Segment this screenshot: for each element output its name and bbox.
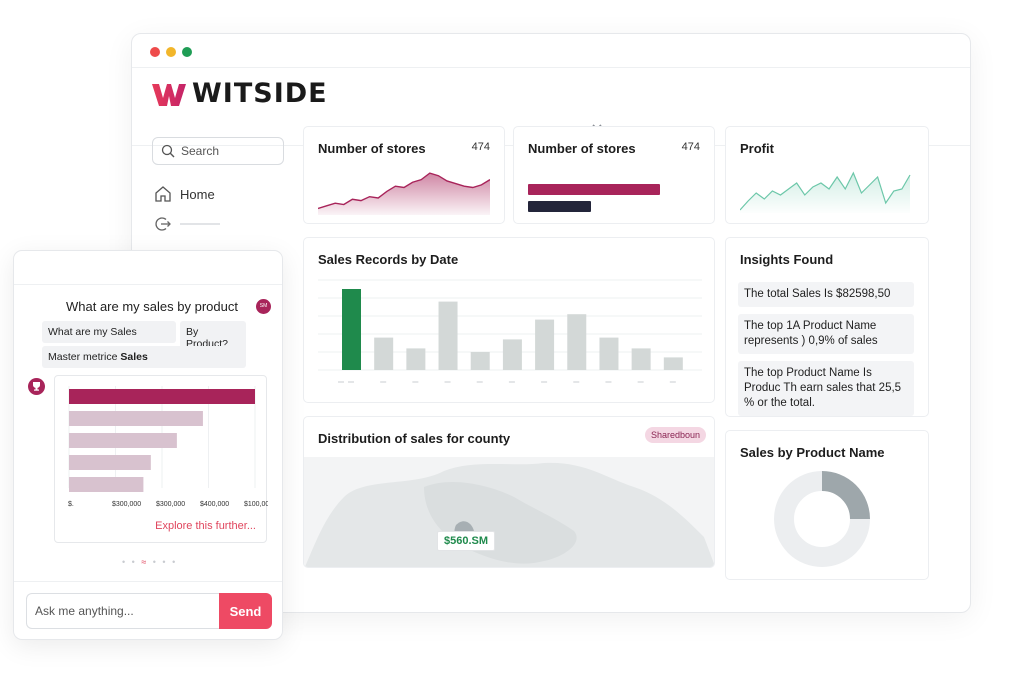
user-avatar: SM xyxy=(256,299,271,314)
chat-divider xyxy=(14,581,282,582)
x-tick-label: $. xyxy=(68,501,74,508)
date-bar xyxy=(406,348,426,370)
card-title: Number of stores xyxy=(528,141,636,156)
profit-line-chart xyxy=(740,171,911,213)
metric-value: Sales xyxy=(120,351,148,363)
date-bar xyxy=(470,352,490,370)
stores-bar-card[interactable]: Number of stores 474 xyxy=(513,126,715,224)
profit-area-fill xyxy=(740,173,910,213)
insight-item[interactable]: The top Product Name Is Produc Th earn s… xyxy=(738,361,914,416)
product-bar xyxy=(69,389,255,404)
date-bar xyxy=(535,319,555,370)
donut-slice xyxy=(821,471,870,520)
x-tick-label: $100,001 xyxy=(244,501,268,508)
x-tick-label: $300,000 xyxy=(156,501,185,508)
x-tick-label: $300,000 xyxy=(112,501,141,508)
sales-by-product-card[interactable]: Sales by Product Name xyxy=(725,430,929,580)
search-placeholder: Search xyxy=(181,144,220,158)
sidebar-item-logout[interactable] xyxy=(154,215,220,233)
insight-item[interactable]: The total Sales Is $82598,50 xyxy=(738,282,914,307)
search-icon xyxy=(161,144,175,158)
sales-by-date-chart xyxy=(318,279,702,383)
stores-area-fill xyxy=(318,173,490,215)
stores-area-card[interactable]: Number of stores 474 xyxy=(303,126,505,224)
map-shape xyxy=(304,462,714,567)
maximize-window-button[interactable] xyxy=(182,47,192,57)
sales-map[interactable]: $560.SM xyxy=(304,457,714,567)
map-value-label: $560.SM xyxy=(437,531,496,551)
chat-question: What are my sales by product xyxy=(66,299,238,314)
minimize-window-button[interactable] xyxy=(166,47,176,57)
product-bar xyxy=(69,477,144,492)
trophy-icon xyxy=(33,382,40,391)
stores-bar xyxy=(528,201,592,212)
close-window-button[interactable] xyxy=(150,47,160,57)
app-logo[interactable]: WITSIDE xyxy=(150,78,328,109)
card-value: 474 xyxy=(681,141,700,153)
chat-result-bar-chart: $. $300,000 $300,000 $400,000 $100,001 xyxy=(68,386,273,508)
date-bar xyxy=(567,314,587,370)
insight-item[interactable]: The top 1A Product Name represents ) 0,9… xyxy=(738,314,914,354)
carousel-pager[interactable]: • • ≈ • • • xyxy=(122,557,177,567)
product-bar xyxy=(69,411,203,426)
x-tick-label: $400,000 xyxy=(200,501,229,508)
ask-input[interactable] xyxy=(26,593,220,629)
date-bar xyxy=(663,357,683,370)
chat-result-chart-card[interactable]: $. $300,000 $300,000 $400,000 $100,001 Explo… xyxy=(54,375,273,543)
product-bar xyxy=(69,455,151,470)
sidebar-item-home[interactable]: Home xyxy=(154,185,215,203)
search-box[interactable]: Search xyxy=(152,137,284,165)
date-bar xyxy=(342,289,361,370)
metric-label: Master metrice xyxy=(48,351,118,363)
logout-icon xyxy=(155,217,171,231)
card-title: Sales by Product Name xyxy=(740,445,885,460)
profit-card[interactable]: Profit xyxy=(725,126,929,224)
date-bar xyxy=(631,348,651,370)
card-title: Profit xyxy=(740,141,774,156)
window-titlebar xyxy=(132,34,970,68)
date-bar xyxy=(502,339,522,370)
insights-card[interactable]: Insights Found The total Sales Is $82598… xyxy=(725,237,929,417)
stores-area-chart xyxy=(318,172,490,215)
bot-avatar xyxy=(28,378,45,395)
sidebar-item-placeholder xyxy=(180,223,220,225)
date-bar xyxy=(374,337,394,370)
distribution-card[interactable]: Distribution of sales for county Sharedb… xyxy=(303,416,715,568)
metric-chip[interactable]: Master metrice Sales xyxy=(42,346,246,368)
card-title: Distribution of sales for county xyxy=(318,431,511,446)
date-bar xyxy=(438,301,458,370)
shared-badge[interactable]: Sharedboun xyxy=(644,427,706,443)
chat-header xyxy=(14,251,282,285)
sales-by-product-donut xyxy=(774,471,870,567)
home-icon xyxy=(155,186,171,202)
explore-further-link[interactable]: Explore this further... xyxy=(155,520,256,532)
logo-mark-icon xyxy=(152,83,186,106)
card-title: Number of stores xyxy=(318,141,426,156)
send-button[interactable]: Send xyxy=(219,593,272,629)
card-title: Insights Found xyxy=(740,252,834,267)
sidebar-item-label: Home xyxy=(180,186,215,202)
sales-by-date-card[interactable]: Sales Records by Date xyxy=(303,237,715,403)
query-chip-sales[interactable]: What are my Sales xyxy=(42,321,176,343)
card-value: 474 xyxy=(471,141,490,153)
chat-panel: What are my sales by product SM What are… xyxy=(13,250,283,640)
logo-text: WITSIDE xyxy=(192,78,328,109)
card-title: Sales Records by Date xyxy=(318,252,459,267)
date-bar xyxy=(599,337,619,370)
stores-bar xyxy=(528,184,660,195)
product-bar xyxy=(69,433,177,448)
